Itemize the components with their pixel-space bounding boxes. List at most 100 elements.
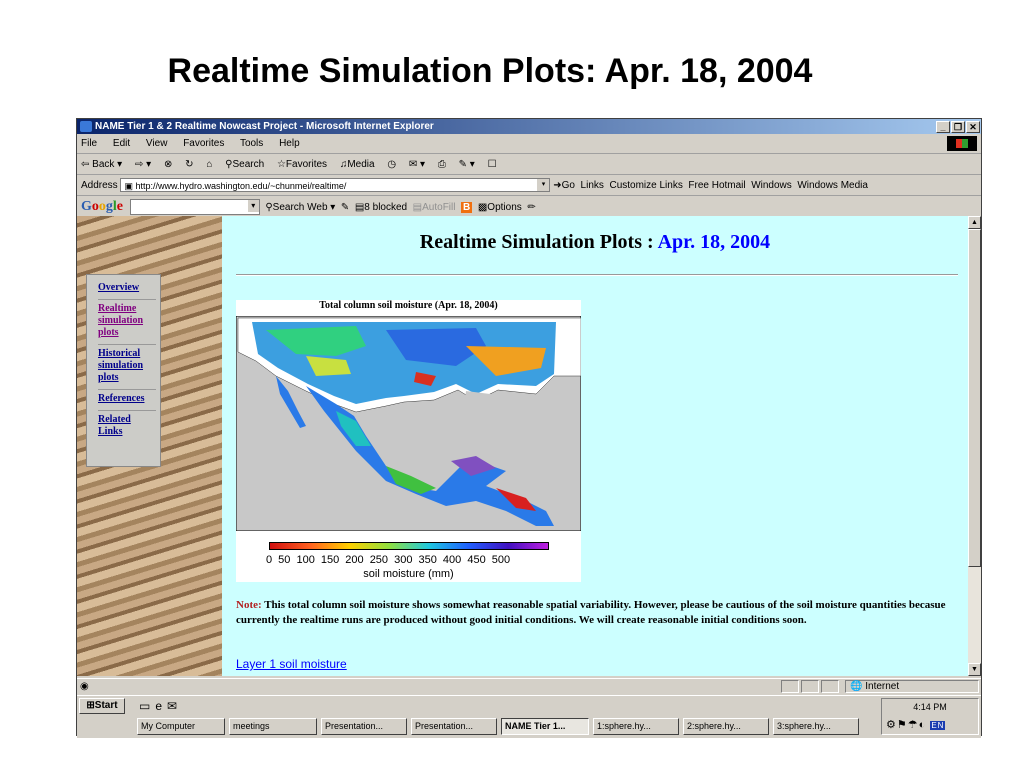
restore-button[interactable]: ❐ <box>951 121 965 133</box>
mail-icon[interactable]: ✉ ▾ <box>409 159 425 170</box>
favorites-icon: ☆ <box>276 159 286 170</box>
menu-file[interactable]: File <box>81 138 97 149</box>
popup-blocker-icon: ▤ <box>354 202 365 213</box>
stop-icon[interactable]: ⊗ <box>164 159 172 170</box>
slide-title: Realtime Simulation Plots: Apr. 18, 2004 <box>167 52 813 90</box>
tray-app-icon[interactable]: ◐ <box>919 719 927 731</box>
address-dropdown-icon[interactable]: ▾ <box>537 179 550 192</box>
go-button[interactable]: ➜Go <box>553 180 575 191</box>
outlook-icon[interactable]: ✉ <box>167 699 182 713</box>
task-button[interactable]: 1:sphere.hy... <box>593 718 679 735</box>
start-logo-icon: ⊞ <box>86 700 95 711</box>
link-windows[interactable]: Windows <box>751 180 792 191</box>
ie-icon[interactable]: e <box>155 699 167 713</box>
nav-realtime-simulation-plots[interactable]: Realtime simulation plots <box>98 300 156 345</box>
link-windows-media[interactable]: Windows Media <box>797 180 868 191</box>
language-indicator[interactable]: EN <box>930 721 946 730</box>
nav-references[interactable]: References <box>98 390 156 411</box>
autofill-button[interactable]: ▤AutoFill <box>413 202 456 213</box>
search-web-label: Search Web <box>272 202 328 213</box>
layer-1-soil-moisture-link[interactable]: Layer 1 soil moisture <box>236 657 347 671</box>
menu-tools[interactable]: Tools <box>240 138 263 149</box>
scroll-thumb[interactable] <box>968 229 981 567</box>
popup-blocker-button[interactable]: ▤8 blocked <box>355 202 407 213</box>
scroll-down-icon[interactable]: ▼ <box>968 663 981 676</box>
print-icon[interactable]: ⎙ <box>438 159 446 170</box>
menu-view[interactable]: View <box>146 138 168 149</box>
minimize-button[interactable]: _ <box>936 121 950 133</box>
task-button[interactable]: 3:sphere.hy... <box>773 718 859 735</box>
media-button[interactable]: ♫Media <box>340 159 375 170</box>
media-label: Media <box>347 159 375 170</box>
browser-window: NAME Tier 1 & 2 Realtime Nowcast Project… <box>76 118 982 738</box>
forward-arrow-icon: ⇨ <box>135 159 144 170</box>
status-segment <box>821 680 839 693</box>
note-paragraph: Note: This total column soil moisture sh… <box>236 598 946 628</box>
discuss-icon[interactable]: ☐ <box>488 159 497 170</box>
menu-edit[interactable]: Edit <box>113 138 130 149</box>
nav-historical-simulation-plots[interactable]: Historical simulation plots <box>98 345 156 390</box>
history-icon[interactable]: ◷ <box>387 159 396 170</box>
task-button[interactable]: 2:sphere.hy... <box>683 718 769 735</box>
start-label: Start <box>94 700 118 711</box>
google-toolbar: Google ⚲Search Web ▾ ✎ ▤8 blocked ▤AutoF… <box>77 197 981 217</box>
soil-moisture-map: Total column soil moisture (Apr. 18, 200… <box>236 300 581 582</box>
forward-button[interactable]: ⇨ ▾ <box>135 159 151 170</box>
scroll-up-icon[interactable]: ▲ <box>968 216 981 229</box>
edit-icon[interactable]: ✎ ▾ <box>459 159 475 170</box>
zone-panel: 🌐 Internet <box>845 680 979 693</box>
pencil-icon[interactable]: ✏ <box>527 202 535 213</box>
task-button[interactable]: My Computer <box>137 718 225 735</box>
menu-bar: File Edit View Favorites Tools Help <box>77 134 981 154</box>
favorites-label: Favorites <box>285 159 328 170</box>
address-input[interactable]: ▣ http://www.hydro.washington.edu/~chunm… <box>120 178 551 193</box>
go-label: Go <box>561 180 575 191</box>
close-button[interactable]: ✕ <box>966 121 980 133</box>
tray-app-icon[interactable]: ⚑ <box>897 719 908 731</box>
nav-related-links[interactable]: Related Links <box>98 411 156 443</box>
options-button[interactable]: ▩Options <box>478 202 522 213</box>
status-segment <box>781 680 799 693</box>
options-icon: ▩ <box>477 202 488 213</box>
vertical-scrollbar[interactable]: ▲ ▼ <box>968 216 981 676</box>
window-title-bar: NAME Tier 1 & 2 Realtime Nowcast Project… <box>77 119 981 134</box>
page-title-prefix: Realtime Simulation Plots : <box>419 231 654 253</box>
back-button[interactable]: ⇦ Back ▾ <box>81 159 122 170</box>
task-button[interactable]: meetings <box>229 718 317 735</box>
page-icon: ▣ <box>124 181 136 192</box>
nav-overview[interactable]: Overview <box>98 279 156 300</box>
blogger-icon[interactable]: B <box>461 202 473 213</box>
menu-help[interactable]: Help <box>279 138 300 149</box>
start-button[interactable]: ⊞Start <box>79 698 125 714</box>
sand-dune-sidebar: Overview Realtime simulation plots Histo… <box>77 216 222 676</box>
favorites-button[interactable]: ☆Favorites <box>277 159 327 170</box>
map-image <box>236 316 581 531</box>
task-button-active[interactable]: NAME Tier 1... <box>501 718 589 735</box>
refresh-icon[interactable]: ↻ <box>185 159 193 170</box>
horizontal-rule <box>236 274 958 276</box>
tray-app-icon[interactable]: ☂ <box>908 719 919 731</box>
toolbar: ⇦ Back ▾ ⇨ ▾ ⊗ ↻ ⌂ ⚲Search ☆Favorites ♫M… <box>77 155 981 175</box>
menu-favorites[interactable]: Favorites <box>183 138 224 149</box>
tray-icons[interactable]: ⚙⚑☂◐ EN <box>886 718 946 731</box>
highlight-icon[interactable]: ✎ <box>341 202 349 213</box>
address-label: Address <box>81 180 118 191</box>
desktop-icon[interactable]: ▭ <box>139 699 155 713</box>
task-button[interactable]: Presentation... <box>411 718 497 735</box>
task-button[interactable]: Presentation... <box>321 718 407 735</box>
note-label: Note: <box>236 599 262 611</box>
window-title: NAME Tier 1 & 2 Realtime Nowcast Project… <box>95 121 434 132</box>
search-button[interactable]: ⚲Search <box>225 159 264 170</box>
google-logo[interactable]: Google <box>81 199 123 214</box>
back-label: Back <box>92 159 115 170</box>
link-customize-links[interactable]: Customize Links <box>609 180 682 191</box>
google-search-input[interactable] <box>129 199 260 216</box>
search-web-button[interactable]: ⚲Search Web ▾ <box>265 202 335 213</box>
zone-label: Internet <box>865 681 900 692</box>
colorbar-ticks: 0 50 100 150 200 250 300 350 400 450 500 <box>266 554 511 566</box>
link-free-hotmail[interactable]: Free Hotmail <box>688 180 745 191</box>
tray-app-icon[interactable]: ⚙ <box>886 719 897 731</box>
blocked-label: 8 blocked <box>364 202 408 213</box>
map-title: Total column soil moisture (Apr. 18, 200… <box>319 300 498 311</box>
home-icon[interactable]: ⌂ <box>206 159 212 170</box>
